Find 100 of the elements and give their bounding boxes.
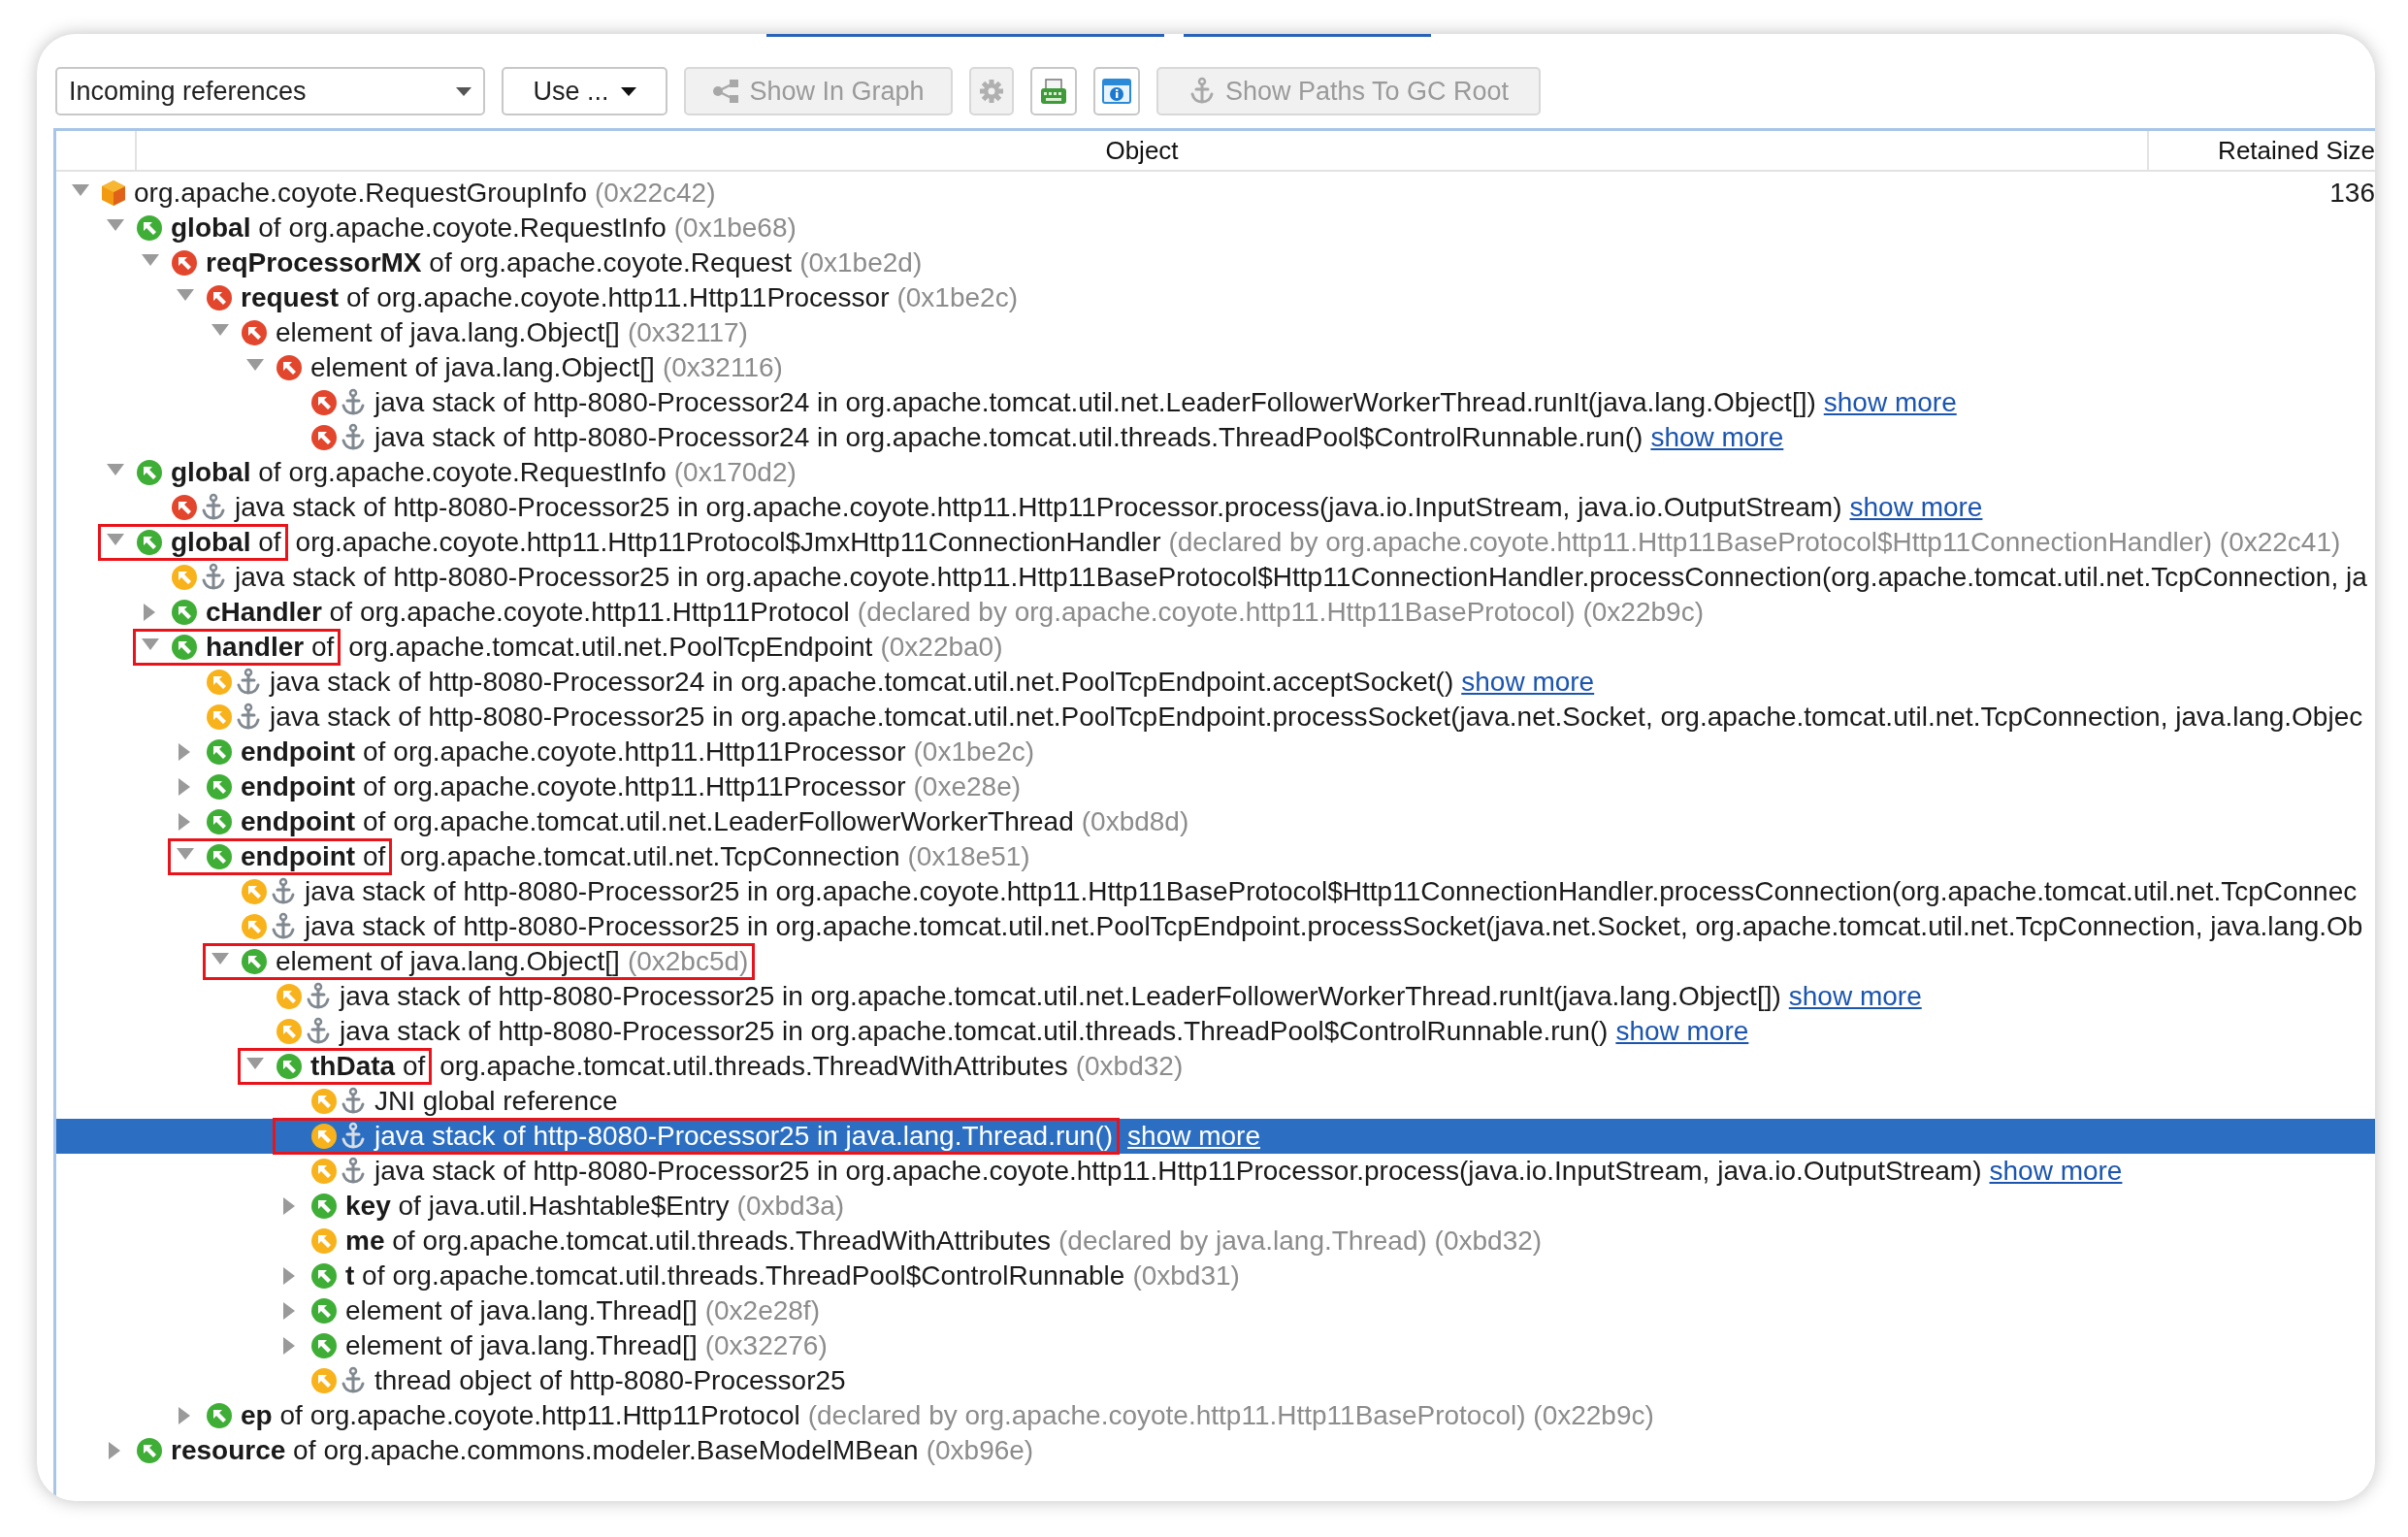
arrow-badge-icon [171, 249, 198, 277]
typewriter-button[interactable] [1030, 67, 1077, 115]
object-address: (declared by org.apache.coyote.http11.Http11BaseProtocol) (0x22b9c) [857, 596, 1704, 629]
object-address: (0x32276) [704, 1329, 828, 1362]
tree-row[interactable]: endpoint of org.apache.tomcat.util.net.LeaderFollowerWorkerThread (0xbd8d) [56, 804, 2375, 839]
field-name: t of [345, 1259, 385, 1292]
show-more-link[interactable]: show more [1823, 382, 1957, 423]
show-more-link[interactable]: show more [1127, 1116, 1260, 1157]
show-more-link[interactable]: show more [1615, 1011, 1749, 1052]
tree-row[interactable]: element of java.lang.Object[] (0x32117) [56, 315, 2375, 350]
class-name: org.apache.tomcat.util.net.TcpConnection [400, 840, 900, 873]
show-more-link[interactable]: show more [1849, 487, 1983, 528]
arrow-badge-icon [241, 878, 268, 905]
tree-row[interactable]: org.apache.coyote.RequestGroupInfo (0x22c42) 136 [56, 176, 2375, 211]
arrow-badge-icon [206, 669, 233, 696]
node-label: element of java.lang.Object[] [276, 316, 620, 349]
tree-row[interactable]: element of java.lang.Thread[] (0x2e28f) [56, 1293, 2375, 1328]
tree-row[interactable]: ep of org.apache.coyote.http11.Http11Protocol (declared by org.apache.coyote.http11.Http11BaseProtocol) (0x22b9c) [56, 1398, 2375, 1433]
arrow-badge-icon [310, 1158, 338, 1185]
arrow-badge-icon [310, 1262, 338, 1290]
object-address: (0x1be2c) [896, 281, 1018, 314]
tree-row[interactable]: element of java.lang.Object[] (0x32116) [56, 350, 2375, 385]
class-name: org.apache.tomcat.util.net.LeaderFollowerWorkerThread [393, 805, 1074, 838]
tree-row[interactable]: me of org.apache.tomcat.util.threads.ThreadWithAttributes (declared by java.lang.Thread) (0xbd32) [56, 1224, 2375, 1259]
show-more-link[interactable]: show more [1650, 417, 1784, 458]
tree-row[interactable]: JNI global reference [56, 1084, 2375, 1119]
tree-row[interactable]: endpoint of org.apache.coyote.http11.Http11Processor (0xe28e) [56, 769, 2375, 804]
retained-size: 136 [2329, 177, 2375, 210]
arrow-badge-icon [171, 564, 198, 591]
tree-row[interactable]: java stack of http-8080-Processor25 in org.apache.coyote.http11.Http11Processor.process(java.io.InputStream, java.io.OutputStream) show more [56, 1154, 2375, 1189]
tree-row[interactable]: element of java.lang.Thread[] (0x32276) [56, 1328, 2375, 1363]
show-more-link[interactable]: show more [1461, 662, 1595, 703]
tree-row[interactable]: global of org.apache.coyote.RequestInfo (0x1be68) [56, 211, 2375, 245]
tree-row[interactable]: endpoint of org.apache.tomcat.util.net.TcpConnection (0x18e51) [56, 839, 2375, 874]
object-address: (0xbd3a) [736, 1190, 845, 1223]
tree-row[interactable]: java stack of http-8080-Processor25 in org.apache.coyote.http11.Http11BaseProtocol$Http11ConnectionHandler.processConnection(org.apache.tomcat.util.net.TcpConnec [56, 874, 2375, 909]
show-more-link[interactable]: show more [1788, 976, 1922, 1017]
node-label: java stack of http-8080-Processor25 in org.apache.tomcat.util.threads.ThreadPool$ControlRunnable.run() [340, 1015, 1609, 1048]
arrow-badge-icon [310, 1193, 338, 1220]
tree-row[interactable]: java stack of http-8080-Processor25 in org.apache.coyote.http11.Http11Processor.process(java.io.InputStream, java.io.OutputStream) show more [56, 490, 2375, 525]
tree-row[interactable]: global of org.apache.coyote.http11.Http11Protocol$JmxHttp11ConnectionHandler (declared by org.apache.coyote.http11.Http11BaseProtocol$Http11ConnectionHandler) (0x22c41) [56, 525, 2375, 560]
arrow-badge-icon [241, 948, 268, 975]
tree-row[interactable]: java stack of http-8080-Processor24 in org.apache.tomcat.util.threads.ThreadPool$ControlRunnable.run() show more [56, 420, 2375, 455]
node-label: thread object of http-8080-Processor25 [374, 1364, 846, 1397]
tree-row[interactable]: request of org.apache.coyote.http11.Http11Processor (0x1be2c) [56, 280, 2375, 315]
tree-row[interactable]: java stack of http-8080-Processor25 in org.apache.tomcat.util.threads.ThreadPool$ControlRunnable.run() show more [56, 1014, 2375, 1049]
tree-row[interactable]: java stack of http-8080-Processor25 in java.lang.Thread.run() show more [56, 1119, 2375, 1154]
arrow-badge-icon [206, 738, 233, 766]
tree-row[interactable]: element of java.lang.Object[] (0x2bc5d) [56, 944, 2375, 979]
field-name: endpoint of [241, 805, 386, 838]
tree-row[interactable]: java stack of http-8080-Processor25 in org.apache.tomcat.util.net.PoolTcpEndpoint.processSocket(java.net.Socket, org.apache.tomcat.util.net.TcpConnection, java.lang.Ob [56, 909, 2375, 944]
tree-row[interactable]: thread object of http-8080-Processor25 [56, 1363, 2375, 1398]
arrow-badge-icon [310, 1367, 338, 1394]
tree-row[interactable]: endpoint of org.apache.coyote.http11.Http11Processor (0x1be2c) [56, 735, 2375, 769]
node-label: java stack of http-8080-Processor24 in org.apache.tomcat.util.threads.ThreadPool$ControlRunnable.run() [374, 421, 1643, 454]
class-name: org.apache.coyote.RequestInfo [288, 456, 667, 489]
arrow-badge-icon [276, 1018, 303, 1045]
column-header[interactable]: Retained Size [2149, 131, 2375, 170]
node-label: element of java.lang.Object[] [276, 945, 620, 978]
object-address: (0xbd32) [1075, 1050, 1184, 1083]
object-address: (declared by java.lang.Thread) (0xbd32) [1058, 1225, 1543, 1258]
object-address: (0xbd8d) [1081, 805, 1189, 838]
node-label: java stack of http-8080-Processor25 in org.apache.coyote.http11.Http11Processor.process(java.io.InputStream, java.io.OutputStream) [235, 491, 1842, 524]
class-name: org.apache.coyote.http11.Http11Protocol [309, 1399, 800, 1432]
tree-row[interactable]: java stack of http-8080-Processor24 in org.apache.tomcat.util.net.LeaderFollowerWorkerThread.runIt(java.lang.Object[]) show more [56, 385, 2375, 420]
class-name: java.util.Hashtable$Entry [428, 1190, 730, 1223]
arrow-badge-icon [206, 808, 233, 835]
class-name: org.apache.coyote.http11.Http11Processor [393, 770, 906, 803]
node-label: java stack of http-8080-Processor25 in org.apache.tomcat.util.net.PoolTcpEndpoint.processSocket(java.net.Socket, org.apache.tomcat.util.net.TcpConnection, java.lang.Ob [305, 910, 2363, 943]
use-button[interactable]: Use ... [502, 67, 667, 115]
object-address: (0xe28e) [913, 770, 1022, 803]
show-more-link[interactable]: show more [1989, 1151, 2123, 1192]
tree-row[interactable]: java stack of http-8080-Processor24 in org.apache.tomcat.util.net.PoolTcpEndpoint.acceptSocket() show more [56, 665, 2375, 700]
info-button[interactable] [1093, 67, 1140, 115]
column-header[interactable]: Object [137, 131, 2149, 170]
tree-row[interactable]: resource of org.apache.commons.modeler.BaseModelMBean (0xb96e) [56, 1433, 2375, 1468]
tree-row[interactable]: key of java.util.Hashtable$Entry (0xbd3a) [56, 1189, 2375, 1224]
arrow-badge-icon [136, 214, 163, 242]
tree-row[interactable]: java stack of http-8080-Processor25 in org.apache.tomcat.util.net.LeaderFollowerWorkerThread.runIt(java.lang.Object[]) show more [56, 979, 2375, 1014]
tree-row[interactable]: thData of org.apache.tomcat.util.threads.ThreadWithAttributes (0xbd32) [56, 1049, 2375, 1084]
tree-row[interactable]: t of org.apache.tomcat.util.threads.ThreadPool$ControlRunnable (0xbd31) [56, 1259, 2375, 1293]
tree-row[interactable]: handler of org.apache.tomcat.util.net.PoolTcpEndpoint (0x22ba0) [56, 630, 2375, 665]
tree-row[interactable]: global of org.apache.coyote.RequestInfo (0x170d2) [56, 455, 2375, 490]
object-address: (0x32117) [627, 316, 748, 349]
typewriter-icon [1039, 78, 1068, 105]
object-address: (0x1be2c) [913, 736, 1035, 768]
field-name: cHandler of [206, 596, 352, 629]
node-label: JNI global reference [374, 1085, 618, 1118]
arrow-badge-icon [206, 284, 233, 311]
object-address: (0x1be68) [673, 212, 797, 245]
tree-row[interactable]: cHandler of org.apache.coyote.http11.Http11Protocol (declared by org.apache.coyote.http11.Http11BaseProtocol) (0x22b9c) [56, 595, 2375, 630]
view-dropdown[interactable]: Incoming references [55, 67, 485, 115]
settings-button[interactable] [969, 67, 1014, 115]
arrow-badge-icon [171, 494, 198, 521]
arrow-badge-icon [276, 1053, 303, 1080]
arrow-badge-icon [310, 1088, 338, 1115]
field-name: global of [171, 212, 281, 245]
tree-row[interactable]: reqProcessorMX of org.apache.coyote.Request (0x1be2d) [56, 245, 2375, 280]
field-name: resource of [171, 1434, 316, 1467]
object-address: (0x2e28f) [704, 1294, 820, 1327]
